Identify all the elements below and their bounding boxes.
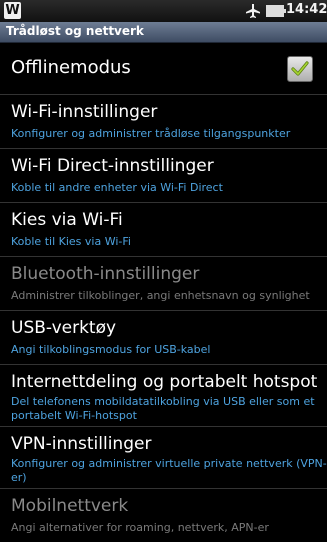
title-bar: Trådløst og nettverk	[0, 22, 327, 43]
setting-subtitle: Angi alternativer for roaming, nettverk,…	[11, 521, 269, 534]
setting-usb-tools[interactable]: USB-verktøy Angi tilkoblingsmodus for US…	[0, 311, 327, 365]
setting-bluetooth[interactable]: Bluetooth-innstillinger Administrer tilk…	[0, 257, 327, 311]
app-notification-icon: W	[4, 2, 21, 19]
setting-title: Bluetooth-innstillinger	[11, 264, 200, 284]
setting-title: Wi-Fi-innstillinger	[11, 102, 158, 122]
setting-subtitle-continued: portabelt Wi-Fi-hotspot	[11, 409, 137, 422]
setting-offline-mode[interactable]: Offlinemodus	[0, 42, 327, 95]
setting-title: VPN-innstillinger	[11, 434, 152, 454]
setting-mobile-networks[interactable]: Mobilnettverk Angi alternativer for roam…	[0, 489, 327, 542]
clock: 14:42	[286, 2, 327, 17]
setting-title: Kies via Wi-Fi	[11, 210, 123, 230]
setting-tethering-hotspot[interactable]: Internettdeling og portabelt hotspot Del…	[0, 365, 327, 427]
setting-subtitle: Administrer tilkoblinger, angi enhetsnav…	[11, 289, 310, 302]
setting-vpn[interactable]: VPN-innstillinger Konfigurer og administ…	[0, 427, 327, 489]
setting-title: Mobilnettverk	[11, 496, 129, 516]
setting-subtitle-continued: er)	[11, 471, 27, 484]
setting-subtitle: Konfigurer og administrer virtuelle priv…	[11, 457, 327, 470]
setting-subtitle: Angi tilkoblingsmodus for USB-kabel	[11, 343, 211, 356]
airplane-icon	[246, 4, 260, 18]
setting-wifi-direct[interactable]: Wi-Fi Direct-innstillinger Koble til and…	[0, 149, 327, 203]
setting-kies-wifi[interactable]: Kies via Wi-Fi Koble til Kies via Wi-Fi	[0, 203, 327, 257]
checkmark-icon	[291, 61, 309, 76]
setting-title: Offlinemodus	[11, 57, 131, 78]
settings-list: Offlinemodus Wi-Fi-innstillinger Konfigu…	[0, 42, 327, 542]
setting-title: USB-verktøy	[11, 318, 117, 338]
battery-icon	[266, 5, 286, 17]
setting-subtitle: Koble til Kies via Wi-Fi	[11, 235, 131, 248]
page-title: Trådløst og nettverk	[6, 24, 144, 38]
offline-mode-checkbox[interactable]	[287, 56, 313, 82]
setting-subtitle: Del telefonens mobildatatilkobling via U…	[11, 395, 315, 408]
setting-subtitle: Koble til andre enheter via Wi-Fi Direct	[11, 181, 223, 194]
setting-subtitle: Konfigurer og administrer trådløse tilga…	[11, 127, 291, 140]
setting-wifi[interactable]: Wi-Fi-innstillinger Konfigurer og admini…	[0, 95, 327, 149]
setting-title: Internettdeling og portabelt hotspot	[11, 372, 318, 392]
setting-title: Wi-Fi Direct-innstillinger	[11, 156, 214, 176]
status-bar: W 14:42	[0, 0, 327, 22]
